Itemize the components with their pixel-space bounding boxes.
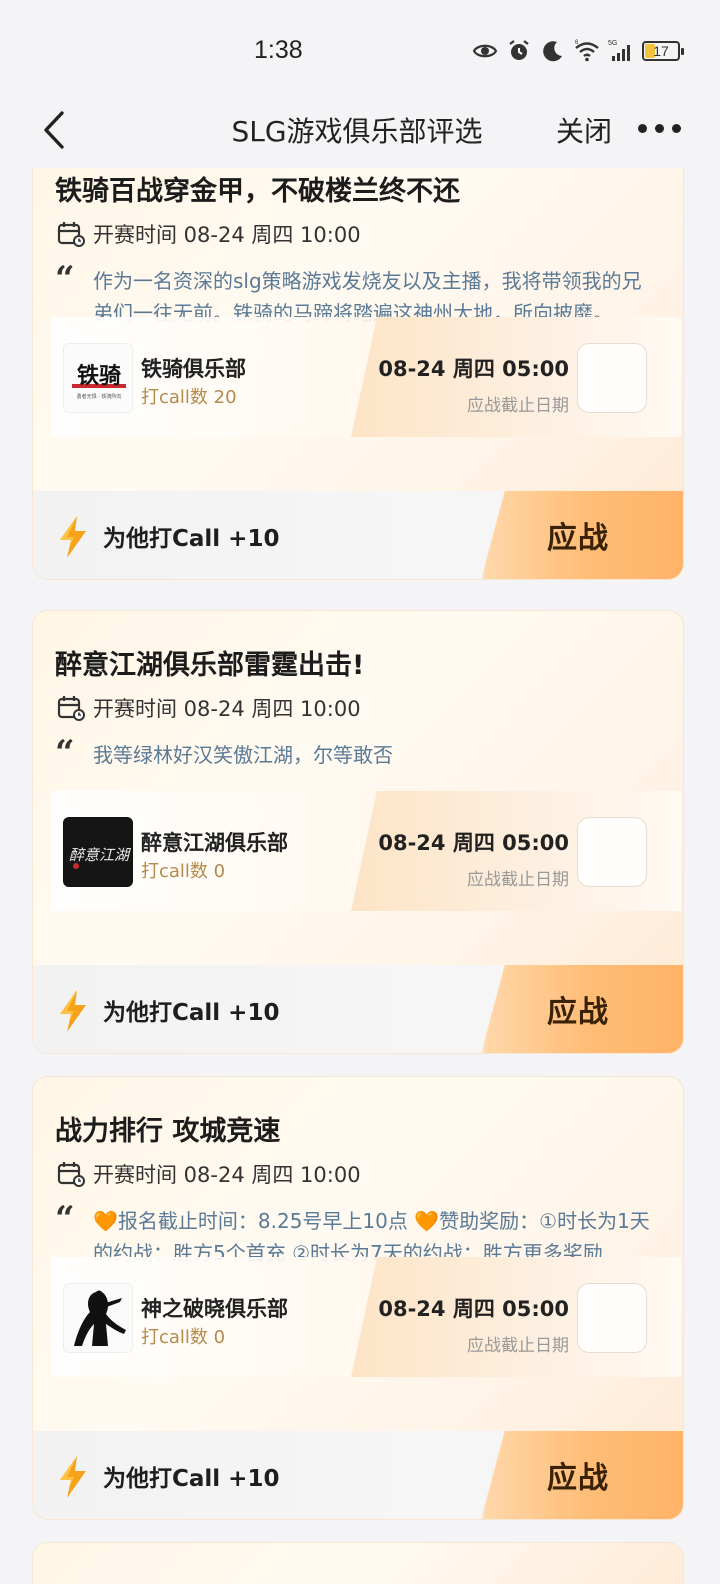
deadline: 08-24 周四 05:00 应战截止日期 xyxy=(378,827,569,890)
club-name: 神之破晓俱乐部 xyxy=(141,1297,288,1321)
lightning-icon xyxy=(60,516,86,558)
svg-text:勇者无惧 · 铁骑所向: 勇者无惧 · 铁骑所向 xyxy=(77,393,122,400)
deadline-date: 08-24 周四 05:00 xyxy=(378,1297,569,1321)
fight-button-label: 应战 xyxy=(547,521,609,556)
call-button[interactable]: 为他打Call +10 xyxy=(33,491,443,579)
quote-icon: “ xyxy=(55,733,75,773)
card-time-text: 开赛时间 08-24 周四 10:00 xyxy=(93,697,361,721)
club-logo[interactable]: 醉意江湖 xyxy=(63,817,133,887)
deadline-label: 应战截止日期 xyxy=(467,396,569,416)
call-count: 打call数 20 xyxy=(141,387,237,408)
challenge-card[interactable]: 醉意江湖俱乐部雷霆出击! 开赛时间 08-24 周四 10:00 “ 我等绿林好… xyxy=(32,610,684,1054)
deadline-label: 应战截止日期 xyxy=(467,1336,569,1356)
quote-text: 我等绿林好汉笑傲江湖，尔等敢否 xyxy=(93,743,393,767)
status-time: 1:38 xyxy=(254,36,303,64)
challenge-list[interactable]: 铁骑百战穿金甲，不破楼兰终不还 开赛时间 08-24 周四 10:00 “ 作为… xyxy=(0,168,720,1584)
card-title: 战力排行 攻城竞速 xyxy=(55,1116,281,1147)
svg-text:铁骑: 铁骑 xyxy=(77,363,121,389)
fight-button[interactable]: 应战 xyxy=(443,491,683,579)
card-actions: 为他打Call +10 应战 xyxy=(33,1431,683,1519)
battery-level: 17 xyxy=(653,43,669,59)
fight-button[interactable]: 应战 xyxy=(443,1431,683,1519)
club-logo[interactable]: 铁骑 勇者无惧 · 铁骑所向 xyxy=(63,343,133,413)
calendar-icon xyxy=(57,696,85,721)
club-row: 铁骑 勇者无惧 · 铁骑所向 铁骑俱乐部 打call数 20 08-24 周四 … xyxy=(33,317,683,437)
club-row: 醉意江湖 醉意江湖俱乐部 打call数 0 08-24 周四 05:00 应战截… xyxy=(33,791,683,911)
call-button-label: 为他打Call +10 xyxy=(103,1000,280,1026)
club-row: 神之破晓俱乐部 打call数 0 08-24 周四 05:00 应战截止日期 xyxy=(33,1257,683,1377)
alarm-icon xyxy=(509,40,529,60)
silhouette-avatar-icon xyxy=(64,1284,132,1352)
battery-icon: 17 xyxy=(642,41,684,61)
club-logo[interactable] xyxy=(63,1283,133,1353)
status-bar: 1:38 6 5G 17 xyxy=(0,0,720,100)
call-count: 打call数 0 xyxy=(141,1327,226,1348)
call-button[interactable]: 为他打Call +10 xyxy=(33,965,443,1053)
call-button-label: 为他打Call +10 xyxy=(103,526,280,552)
call-button[interactable]: 为他打Call +10 xyxy=(33,1431,443,1519)
card-quote: “ 我等绿林好汉笑傲江湖，尔等敢否 xyxy=(55,733,655,773)
call-button-label: 为他打Call +10 xyxy=(103,1466,280,1492)
deadline-label: 应战截止日期 xyxy=(467,870,569,890)
calendar-icon xyxy=(57,1162,85,1187)
tieqi-logo-icon: 铁骑 勇者无惧 · 铁骑所向 xyxy=(64,344,132,412)
deadline-date: 08-24 周四 05:00 xyxy=(378,831,569,855)
card-time-text: 开赛时间 08-24 周四 10:00 xyxy=(93,1163,361,1187)
zuiyi-logo-icon: 醉意江湖 xyxy=(64,818,132,886)
more-dot-icon xyxy=(655,123,664,133)
club-name: 铁骑俱乐部 xyxy=(141,357,246,381)
challenge-card-peek[interactable] xyxy=(32,1542,684,1584)
fight-button-label: 应战 xyxy=(547,995,609,1030)
opponent-slot[interactable] xyxy=(577,1283,647,1353)
opponent-slot[interactable] xyxy=(577,343,647,413)
navbar: SLG游戏俱乐部评选 关闭 xyxy=(0,96,720,168)
card-title: 醉意江湖俱乐部雷霆出击! xyxy=(55,650,365,681)
fight-button[interactable]: 应战 xyxy=(443,965,683,1053)
more-dot-icon xyxy=(638,123,647,133)
wifi-icon: 6 xyxy=(575,40,599,62)
challenge-card[interactable]: 战力排行 攻城竞速 开赛时间 08-24 周四 10:00 “ 🧡报名截止时间：… xyxy=(32,1076,684,1520)
svg-text:5G: 5G xyxy=(608,40,617,47)
opponent-slot[interactable] xyxy=(577,817,647,887)
close-button[interactable]: 关闭 xyxy=(556,110,612,150)
more-button[interactable] xyxy=(638,116,690,140)
card-actions: 为他打Call +10 应战 xyxy=(33,965,683,1053)
card-time: 开赛时间 08-24 周四 10:00 xyxy=(55,219,361,249)
card-time-text: 开赛时间 08-24 周四 10:00 xyxy=(93,223,361,247)
deadline: 08-24 周四 05:00 应战截止日期 xyxy=(378,1293,569,1356)
signal-icon: 5G xyxy=(608,40,630,61)
more-dot-icon xyxy=(672,123,681,133)
card-time: 开赛时间 08-24 周四 10:00 xyxy=(55,1159,361,1189)
moon-icon xyxy=(543,41,562,62)
calendar-icon xyxy=(57,222,85,247)
fight-button-label: 应战 xyxy=(547,1461,609,1496)
card-actions: 为他打Call +10 应战 xyxy=(33,491,683,579)
svg-text:醉意江湖: 醉意江湖 xyxy=(69,846,131,864)
deadline-date: 08-24 周四 05:00 xyxy=(378,357,569,381)
call-count: 打call数 0 xyxy=(141,861,226,882)
club-name: 醉意江湖俱乐部 xyxy=(141,831,288,855)
lightning-icon xyxy=(60,1456,86,1498)
eye-icon xyxy=(472,44,498,58)
deadline: 08-24 周四 05:00 应战截止日期 xyxy=(378,353,569,416)
status-icons: 6 5G 17 xyxy=(472,38,684,64)
lightning-icon xyxy=(60,990,86,1032)
card-title: 铁骑百战穿金甲，不破楼兰终不还 xyxy=(55,176,460,207)
card-time: 开赛时间 08-24 周四 10:00 xyxy=(55,693,361,723)
challenge-card[interactable]: 铁骑百战穿金甲，不破楼兰终不还 开赛时间 08-24 周四 10:00 “ 作为… xyxy=(32,168,684,580)
